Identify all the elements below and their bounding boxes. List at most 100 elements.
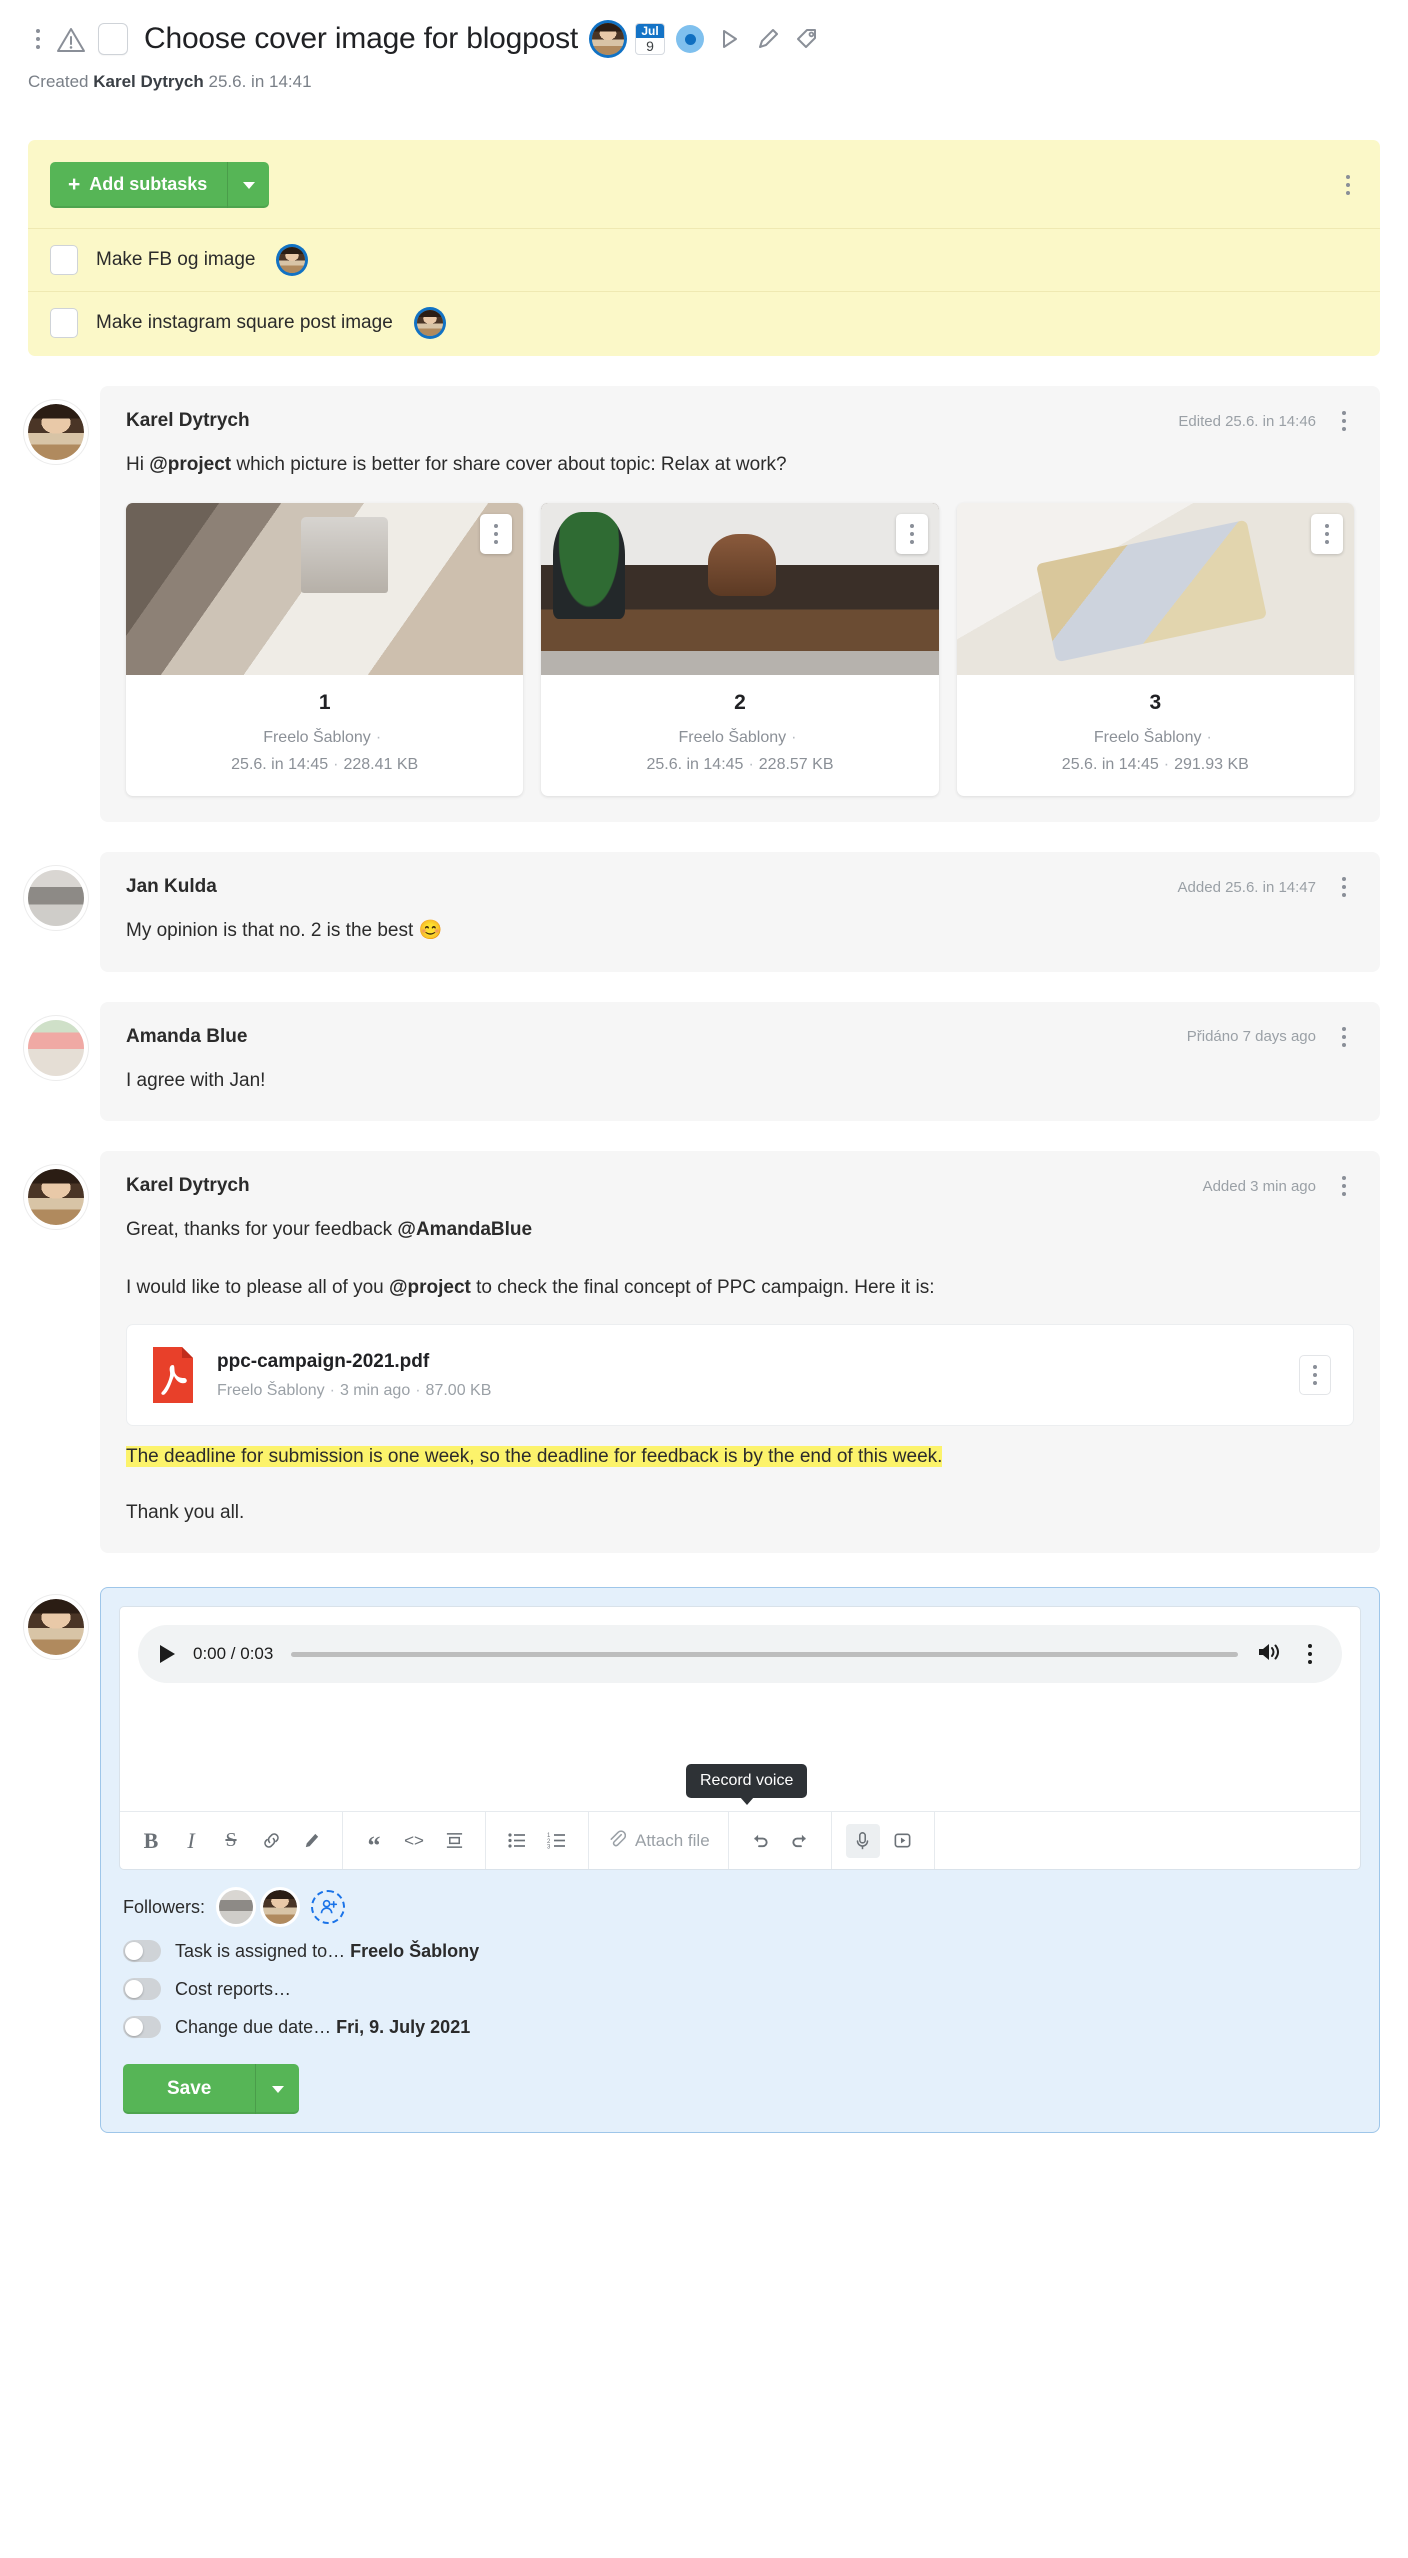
file-time: 3 min ago — [339, 1381, 411, 1399]
image-thumbnail[interactable] — [126, 503, 524, 676]
redo-icon[interactable] — [783, 1824, 817, 1858]
image-size: 228.57 KB — [758, 756, 834, 774]
mention-project[interactable]: @project — [149, 454, 231, 475]
subtask-row[interactable]: Make FB og image — [28, 228, 1380, 291]
comment-text: Hi @project which picture is better for … — [126, 450, 1354, 479]
audio-menu-dots-icon[interactable] — [1300, 1641, 1320, 1667]
block-icon[interactable] — [437, 1824, 471, 1858]
subtask-row[interactable]: Make instagram square post image — [28, 291, 1380, 354]
image-source: Freelo Šablony · — [967, 729, 1344, 747]
subtask-checkbox[interactable] — [50, 245, 78, 275]
blockquote-icon[interactable]: “ — [357, 1824, 391, 1858]
save-dropdown-button[interactable] — [255, 2064, 300, 2115]
file-info: ppc-campaign-2021.pdf Freelo Šablony · 3 m… — [217, 1351, 491, 1400]
code-icon[interactable]: <> — [397, 1824, 431, 1858]
assignee-avatar[interactable] — [592, 23, 625, 55]
file-menu-dots-icon[interactable] — [1299, 1355, 1331, 1396]
dot-separator: · — [415, 1381, 421, 1399]
task-menu-dots-icon[interactable] — [28, 26, 48, 52]
assign-toggle[interactable] — [123, 1940, 161, 1963]
image-attachment-card[interactable]: 3 Freelo Šablony · 25.6. in 14:45 · 291.93 … — [956, 503, 1354, 797]
comment: Karel Dytrych Edited 25.6. in 14:46 Hi @… — [28, 386, 1380, 823]
attach-file-button[interactable]: Attach file — [603, 1829, 714, 1853]
image-menu-dots-icon[interactable] — [480, 514, 513, 555]
editor-toolbar: Record voice B I S “ <> 1 2 3 Attach fil… — [120, 1764, 1360, 1870]
comment-bubble: Jan Kulda Added 25.6. in 14:47 My opinio… — [100, 852, 1380, 972]
toggle-row-due-date[interactable]: Change due date… Fri, 9. July 2021 — [119, 2016, 1361, 2039]
edit-icon[interactable] — [754, 25, 782, 53]
comment-text-part: Great, thanks for your feedback — [126, 1219, 398, 1241]
follower-avatar[interactable] — [219, 1890, 254, 1925]
add-subtasks-dropdown-button[interactable] — [227, 162, 270, 208]
avatar[interactable] — [28, 870, 84, 927]
italic-button[interactable]: I — [174, 1824, 208, 1858]
image-thumbnail[interactable] — [956, 503, 1354, 676]
add-follower-icon[interactable] — [311, 1890, 346, 1925]
dot-separator: · — [1163, 756, 1170, 774]
file-attachment-card[interactable]: ppc-campaign-2021.pdf Freelo Šablony · 3 m… — [126, 1324, 1354, 1427]
mention-project[interactable]: @project — [389, 1277, 471, 1298]
created-author[interactable]: Karel Dytrych — [93, 72, 204, 91]
subtask-assignee-avatar[interactable] — [416, 310, 443, 336]
strikethrough-button[interactable]: S — [214, 1824, 248, 1858]
cost-reports-toggle[interactable] — [123, 1978, 161, 2001]
bullet-list-icon[interactable] — [500, 1824, 534, 1858]
record-video-icon[interactable] — [886, 1824, 920, 1858]
bold-button[interactable]: B — [134, 1824, 168, 1858]
save-row: Save — [119, 2064, 1361, 2115]
state-icon[interactable] — [676, 25, 705, 53]
toggle-row-assign[interactable]: Task is assigned to… Freelo Šablony — [119, 1940, 1361, 1963]
image-thumbnail[interactable] — [541, 503, 939, 676]
avatar[interactable] — [28, 1169, 84, 1226]
comment-menu-dots-icon[interactable] — [1334, 1173, 1354, 1199]
save-button[interactable]: Save — [123, 2064, 256, 2115]
comment: Karel Dytrych Added 3 min ago Great, tha… — [28, 1151, 1380, 1554]
numbered-list-icon[interactable]: 123 — [540, 1824, 574, 1858]
due-date-toggle[interactable] — [123, 2016, 161, 2039]
dot-separator: · — [329, 1381, 335, 1399]
image-time: 25.6. in 14:45 — [231, 756, 329, 774]
task-detail-page: Choose cover image for blogpost Jul 9 Cr… — [0, 0, 1408, 2558]
label-icon[interactable] — [793, 25, 821, 53]
toggle-row-cost-reports[interactable]: Cost reports… — [119, 1978, 1361, 2001]
link-icon[interactable] — [254, 1824, 288, 1858]
comment-text-line: I would like to please all of you @proje… — [126, 1273, 1354, 1302]
microphone-icon[interactable] — [845, 1823, 880, 1858]
image-attachment-card[interactable]: 2 Freelo Šablony · 25.6. in 14:45 · 228.57 … — [541, 503, 939, 797]
subtask-checkbox[interactable] — [50, 308, 78, 338]
avatar[interactable] — [28, 1599, 84, 1656]
calendar-day: 9 — [646, 38, 654, 54]
avatar[interactable] — [28, 1019, 84, 1076]
audio-player[interactable]: 0:00 / 0:03 — [138, 1625, 1342, 1684]
undo-icon[interactable] — [743, 1824, 777, 1858]
comment-menu-dots-icon[interactable] — [1334, 1024, 1354, 1050]
svg-text:3: 3 — [547, 1845, 551, 1851]
assign-label: Task is assigned to… Freelo Šablony — [175, 1941, 479, 1962]
avatar[interactable] — [28, 404, 84, 460]
task-complete-checkbox[interactable] — [98, 23, 128, 55]
image-source-text: Freelo Šablony — [263, 729, 371, 747]
subtasks-menu-dots-icon[interactable] — [1338, 172, 1358, 198]
page-title: Choose cover image for blogpost — [144, 22, 579, 55]
comment-menu-dots-icon[interactable] — [1334, 874, 1354, 900]
follower-avatar[interactable] — [263, 1890, 298, 1925]
audio-progress-slider[interactable] — [291, 1651, 1238, 1657]
created-line: Created Karel Dytrych 25.6. in 14:41 — [0, 56, 1408, 92]
timer-icon[interactable] — [715, 25, 743, 53]
image-time: 25.6. in 14:45 — [646, 756, 744, 774]
toolbar-group-history — [729, 1812, 832, 1870]
add-subtasks-button[interactable]: + Add subtasks — [50, 162, 228, 208]
warning-icon[interactable] — [54, 24, 88, 54]
volume-icon[interactable] — [1256, 1640, 1282, 1669]
image-attachment-card[interactable]: 1 Freelo Šablony · 25.6. in 14:45 · 228.41 … — [126, 503, 524, 797]
comment-menu-dots-icon[interactable] — [1334, 408, 1354, 434]
highlighter-icon[interactable] — [294, 1824, 328, 1858]
subtask-assignee-avatar[interactable] — [279, 247, 306, 273]
play-icon[interactable] — [160, 1645, 175, 1664]
image-menu-dots-icon[interactable] — [895, 514, 928, 555]
image-menu-dots-icon[interactable] — [1310, 514, 1343, 555]
created-timestamp: 25.6. in 14:41 — [208, 72, 312, 91]
due-date-icon[interactable]: Jul 9 — [635, 23, 666, 55]
mention-amandablue[interactable]: @AmandaBlue — [397, 1219, 532, 1240]
record-voice-tooltip: Record voice — [686, 1764, 808, 1806]
